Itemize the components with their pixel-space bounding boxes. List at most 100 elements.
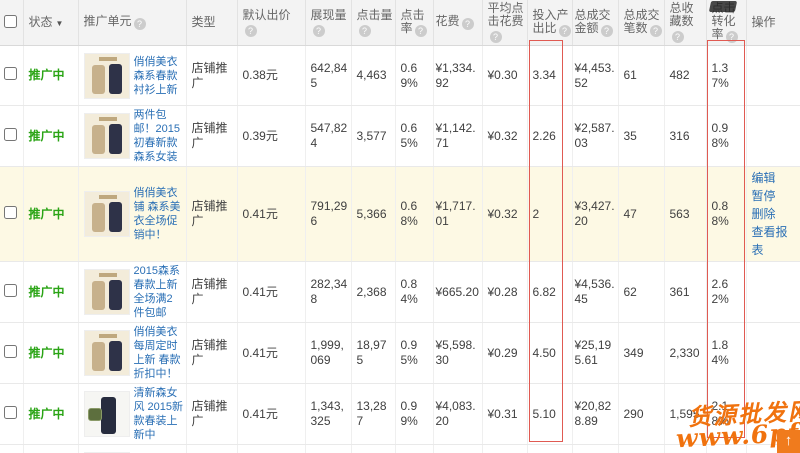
- unit-cell: 俏俏美衣铺 森系美衣全场促销中！: [78, 167, 186, 262]
- total-amount-value: ¥20,828.89: [572, 384, 618, 445]
- promotion-type-value: 店铺推广: [186, 167, 237, 262]
- ctr-value: 0.65%: [395, 106, 433, 167]
- roi-value: 3.34: [527, 46, 572, 106]
- operations-cell: 编辑暂停删除查看报表: [746, 167, 800, 262]
- column-header-status[interactable]: 状态▼: [23, 0, 78, 46]
- select-all-checkbox[interactable]: [4, 15, 17, 28]
- total-amount-value: ¥4,453.52: [572, 46, 618, 106]
- total-favorites-value: 482: [664, 46, 706, 106]
- default-bid-value: 0.38元: [237, 46, 305, 106]
- impressions-value: 1,999,069: [305, 323, 351, 384]
- avg-click-cost-value: ¥0.28: [482, 262, 527, 323]
- promotion-unit-link[interactable]: 两件包邮！2015初春新款 森系女装: [134, 108, 184, 164]
- ctr-value: 0.95%: [395, 323, 433, 384]
- conversion-rate-value: 2.62%: [706, 262, 746, 323]
- info-icon[interactable]: ?: [313, 25, 325, 37]
- info-icon[interactable]: ?: [601, 25, 613, 37]
- total-orders-value: 35: [618, 106, 664, 167]
- avg-click-cost-value: ¥0.28: [482, 445, 527, 453]
- cost-value: ¥656.56: [433, 445, 482, 453]
- operations-cell: [746, 262, 800, 323]
- column-header-clicks: 点击量?: [351, 0, 395, 46]
- promotion-unit-link[interactable]: 俏俏美衣铺 森系美衣全场促销中！: [134, 186, 184, 242]
- info-icon[interactable]: ?: [245, 25, 257, 37]
- default-bid-value: 0.41元: [237, 167, 305, 262]
- back-to-top-button[interactable]: ↑: [777, 430, 800, 453]
- info-icon[interactable]: ?: [134, 18, 146, 30]
- impressions-value: 642,845: [305, 46, 351, 106]
- total-favorites-value: 259: [664, 445, 706, 453]
- info-icon[interactable]: ?: [650, 25, 662, 37]
- row-checkbox[interactable]: [4, 284, 17, 297]
- total-amount-value: ¥3,427.20: [572, 167, 618, 262]
- table-row: 推广中 森系女生 全场两件包邮！ 店铺推广 0.39元 426,339 2,34…: [0, 445, 800, 453]
- column-label: 花费: [436, 14, 460, 28]
- row-checkbox[interactable]: [4, 67, 17, 80]
- cost-value: ¥5,598.30: [433, 323, 482, 384]
- sort-caret-icon[interactable]: ▼: [56, 19, 64, 28]
- avg-click-cost-value: ¥0.32: [482, 106, 527, 167]
- action-pause-link[interactable]: 暂停: [752, 187, 798, 205]
- unit-cell: 清新森女风 2015新款春装上新中: [78, 384, 186, 445]
- avg-click-cost-value: ¥0.30: [482, 46, 527, 106]
- row-checkbox[interactable]: [4, 345, 17, 358]
- operations-cell: [746, 323, 800, 384]
- clicks-value: 18,975: [351, 323, 395, 384]
- clicks-value: 2,368: [351, 262, 395, 323]
- unit-cell: 2015森系春款上新 全场满2件包邮: [78, 262, 186, 323]
- info-icon[interactable]: ?: [415, 25, 427, 37]
- cost-value: ¥4,083.20: [433, 384, 482, 445]
- info-icon[interactable]: ?: [359, 25, 371, 37]
- cost-value: ¥665.20: [433, 262, 482, 323]
- promotion-unit-link[interactable]: 俏俏美衣 每周定时上新 春款折扣中！: [134, 325, 184, 381]
- column-header-roi: 投入产出比?: [527, 0, 572, 46]
- info-icon[interactable]: ?: [462, 18, 474, 30]
- clicks-value: 3,577: [351, 106, 395, 167]
- row-checkbox[interactable]: [4, 206, 17, 219]
- promotion-type-value: 店铺推广: [186, 445, 237, 453]
- promotion-unit-link[interactable]: 俏俏美衣 森系春款衬衫上新: [134, 55, 184, 97]
- row-checkbox[interactable]: [4, 128, 17, 141]
- column-header-bid: 默认出价?: [237, 0, 305, 46]
- unit-cell: 俏俏美衣 森系春款衬衫上新: [78, 46, 186, 106]
- column-header-avg: 平均点击花费?: [482, 0, 527, 46]
- info-icon[interactable]: ?: [672, 31, 684, 43]
- action-delete-link[interactable]: 删除: [752, 205, 798, 223]
- roi-value: 3.94: [527, 445, 572, 453]
- status-badge: 推广中: [29, 407, 65, 421]
- table-header: 状态▼推广单元?类型默认出价?展现量?点击量?点击率?花费?平均点击花费?投入产…: [0, 0, 800, 46]
- promotion-unit-link[interactable]: 清新森女风 2015新款春装上新中: [134, 386, 184, 442]
- product-thumbnail: [84, 330, 130, 376]
- table-row: 推广中 俏俏美衣 森系春款衬衫上新 店铺推广 0.38元 642,845 4,4…: [0, 46, 800, 106]
- action-edit-link[interactable]: 编辑: [752, 169, 798, 187]
- default-bid-value: 0.41元: [237, 323, 305, 384]
- column-label: 类型: [192, 15, 216, 29]
- column-header-type: 类型: [186, 0, 237, 46]
- product-thumbnail: [84, 269, 130, 315]
- action-view-report-link[interactable]: 查看报表: [752, 223, 798, 259]
- default-bid-value: 0.39元: [237, 445, 305, 453]
- total-orders-value: 47: [618, 167, 664, 262]
- promotion-type-value: 店铺推广: [186, 106, 237, 167]
- total-amount-value: ¥25,195.61: [572, 323, 618, 384]
- promotion-management-screen: 状态▼推广单元?类型默认出价?展现量?点击量?点击率?花费?平均点击花费?投入产…: [0, 0, 800, 453]
- clicks-value: 4,463: [351, 46, 395, 106]
- total-amount-value: ¥2,585.90: [572, 445, 618, 453]
- total-orders-value: 349: [618, 323, 664, 384]
- status-cell: 推广中: [23, 323, 78, 384]
- status-badge: 推广中: [29, 68, 65, 82]
- cost-value: ¥1,334.92: [433, 46, 482, 106]
- roi-value: 5.10: [527, 384, 572, 445]
- promotion-unit-link[interactable]: 2015森系春款上新 全场满2件包邮: [134, 264, 184, 320]
- info-icon[interactable]: ?: [559, 25, 571, 37]
- roi-value: 2: [527, 167, 572, 262]
- info-icon[interactable]: ?: [726, 31, 738, 43]
- row-checkbox[interactable]: [4, 406, 17, 419]
- info-icon[interactable]: ?: [490, 31, 502, 43]
- column-header-orders: 总成交笔数?: [618, 0, 664, 46]
- column-header-unit: 推广单元?: [78, 0, 186, 46]
- roi-value: 6.82: [527, 262, 572, 323]
- unit-cell: 俏俏美衣 每周定时上新 春款折扣中！: [78, 323, 186, 384]
- total-favorites-value: 1,595: [664, 384, 706, 445]
- table-row: 推广中 清新森女风 2015新款春装上新中 店铺推广 0.41元 1,343,3…: [0, 384, 800, 445]
